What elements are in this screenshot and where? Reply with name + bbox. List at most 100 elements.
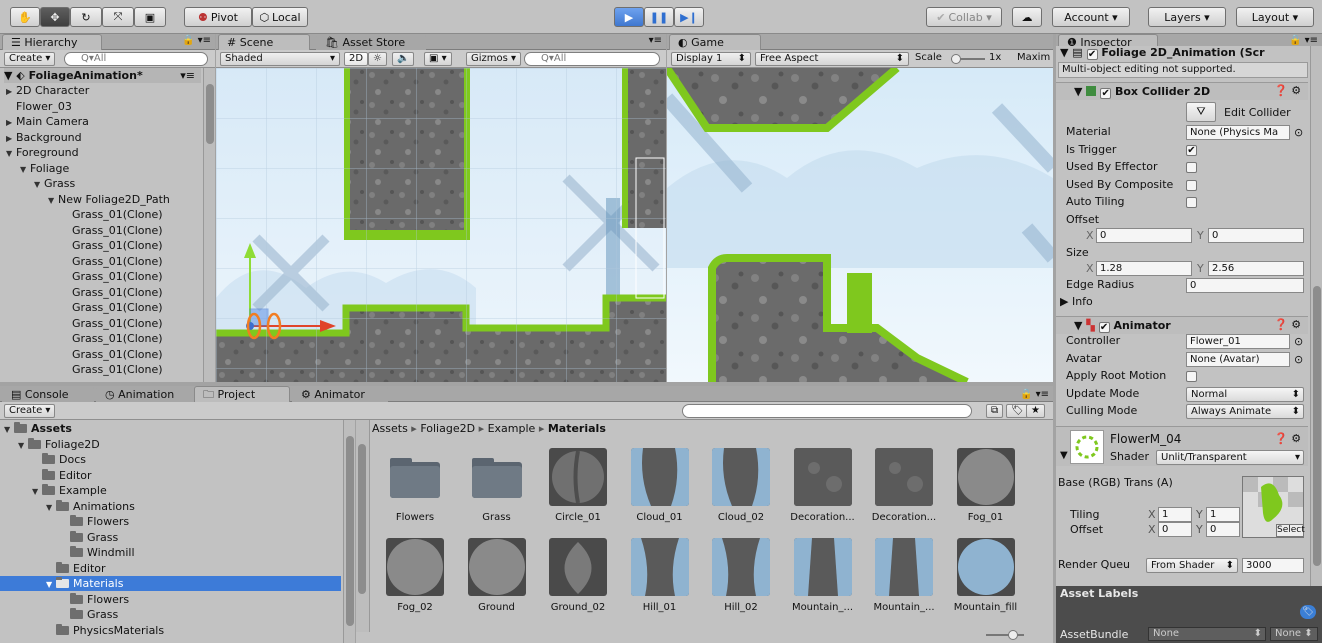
thumbnail-size-slider[interactable] (986, 630, 1024, 640)
slider-handle[interactable] (1008, 630, 1018, 640)
project-tree-item[interactable]: Flowers (0, 592, 341, 607)
hierarchy-item[interactable]: ▼ Foreground (6, 145, 79, 160)
asset-item[interactable]: Mountain_fill (951, 538, 1021, 613)
shading-dropdown[interactable]: Shaded ▾ (220, 52, 340, 66)
rotate-tool-button[interactable]: ↻ (70, 7, 102, 27)
hierarchy-item[interactable]: Grass_01(Clone) (62, 362, 163, 377)
hierarchy-item[interactable]: Grass_01(Clone) (62, 347, 163, 362)
asset-item[interactable]: Fog_02 (380, 538, 450, 613)
favorite-button[interactable]: ★ (1026, 404, 1045, 418)
render-queue-dropdown[interactable]: From Shader ⬍ (1146, 558, 1238, 573)
collider-checkbox[interactable]: ✔ (1186, 144, 1197, 156)
account-dropdown[interactable]: Account ▾ (1052, 7, 1130, 27)
edit-collider-button[interactable]: ⛛ (1186, 102, 1216, 122)
scrollbar-thumb[interactable] (346, 436, 354, 626)
hierarchy-item[interactable]: Grass_01(Clone) (62, 223, 163, 238)
collider-checkbox[interactable] (1186, 197, 1197, 208)
update-mode-dropdown[interactable]: Normal ⬍ (1186, 386, 1304, 402)
project-tree-item[interactable]: ▼ Materials (0, 576, 341, 591)
asset-item[interactable]: Circle_01 (543, 448, 613, 523)
move-tool-button[interactable]: ✥ (40, 7, 70, 27)
help-icon[interactable]: ❓ ⚙ (1274, 318, 1301, 331)
controller-field[interactable]: Flower_01 (1186, 334, 1290, 349)
2d-toggle[interactable]: 2D (344, 52, 369, 66)
foldout-arrow-icon[interactable]: ▼ (18, 438, 28, 453)
project-tree-item[interactable]: Editor (0, 468, 341, 483)
scrollbar-thumb[interactable] (358, 444, 366, 594)
collider-checkbox[interactable] (1186, 179, 1197, 191)
foldout-arrow-icon[interactable]: ▶ (6, 115, 16, 130)
project-tree-item[interactable]: PhysicsMaterials (0, 623, 341, 638)
gizmos-dropdown[interactable]: Gizmos ▾ (466, 52, 522, 66)
hierarchy-item[interactable]: Grass_01(Clone) (62, 238, 163, 253)
foldout-arrow-icon[interactable]: ▼ (4, 422, 14, 437)
tab-project[interactable]: 🗀 Project (194, 386, 290, 402)
hierarchy-item[interactable]: Grass_01(Clone) (62, 269, 163, 284)
tab-animation[interactable]: ◷ Animation (96, 386, 196, 402)
breadcrumb-item[interactable]: Foliage2D (420, 422, 475, 435)
size-y-field[interactable]: 2.56 (1208, 261, 1304, 276)
offset-y-field[interactable]: 0 (1208, 228, 1304, 243)
project-tree-item[interactable]: Grass (0, 530, 341, 545)
asset-item[interactable]: Fog_01 (951, 448, 1021, 523)
hierarchy-item[interactable]: ▶ Background (6, 130, 82, 145)
hierarchy-item[interactable]: Flower_03 (6, 99, 72, 114)
foldout-arrow-icon[interactable]: ▶ (6, 131, 16, 146)
panel-menu-icon[interactable]: 🔒 ▾≡ (1289, 35, 1318, 46)
asset-item[interactable]: Decoration... (869, 448, 939, 523)
foldout-arrow-icon[interactable]: ▼ (20, 162, 30, 177)
tab-game[interactable]: ◐ Game (669, 34, 761, 50)
hierarchy-item[interactable]: ▼ Grass (34, 176, 75, 191)
asset-item[interactable]: Mountain_... (869, 538, 939, 613)
scene-root[interactable]: ▼ ⬖ FoliageAnimation* ▾≡ (4, 68, 201, 83)
foldout-arrow-icon[interactable]: ▼ (6, 146, 16, 161)
texture-select-button[interactable]: Select (1276, 524, 1305, 537)
asset-item[interactable]: Hill_02 (706, 538, 776, 613)
shader-dropdown[interactable]: Unlit/Transparent ▾ (1156, 450, 1304, 465)
asset-item[interactable]: Cloud_02 (706, 448, 776, 523)
asset-item[interactable]: Flowers (380, 448, 450, 523)
tiling-x-field[interactable]: 1 (1158, 507, 1192, 522)
pivot-toggle[interactable]: ⚉ Pivot (184, 7, 252, 27)
tab-animator[interactable]: ⚙ Animator (292, 386, 388, 402)
size-x-field[interactable]: 1.28 (1096, 261, 1192, 276)
scene-menu-icon[interactable]: ▾≡ (180, 68, 195, 83)
hierarchy-item[interactable]: ▼ New Foliage2D_Path (48, 192, 170, 207)
scale-tool-button[interactable]: ⤧ (102, 7, 134, 27)
tab-console[interactable]: ▤ Console (2, 386, 94, 402)
panel-menu-icon[interactable]: ▾≡ (649, 35, 662, 46)
hierarchy-item[interactable]: Grass_01(Clone) (62, 300, 163, 315)
project-search-input[interactable] (682, 404, 972, 418)
material-foldout-arrow[interactable]: ▼ (1060, 450, 1068, 461)
lighting-toggle[interactable]: ☼ (368, 52, 387, 66)
asset-item[interactable]: Ground (462, 538, 532, 613)
project-tree-item[interactable]: Grass (0, 607, 341, 622)
hierarchy-item[interactable]: Grass_01(Clone) (62, 254, 163, 269)
foldout-arrow-icon[interactable]: ▼ (46, 500, 56, 515)
hierarchy-item[interactable]: Grass_01(Clone) (62, 331, 163, 346)
play-button[interactable]: ▶ (614, 7, 644, 27)
help-icon[interactable]: ❓ ⚙ (1274, 84, 1301, 97)
local-toggle[interactable]: ⬡ Local (252, 7, 308, 27)
hierarchy-item[interactable]: Grass_01(Clone) (62, 316, 163, 331)
project-tree-item[interactable]: ▼ Animations (0, 499, 341, 514)
tag-icon[interactable]: 🏷 (1300, 605, 1316, 619)
scene-view[interactable] (216, 68, 666, 382)
tab-asset-store[interactable]: 🛍 Asset Store (316, 34, 426, 50)
scrollbar-thumb[interactable] (1313, 286, 1321, 566)
hierarchy-item[interactable]: Grass_01(Clone) (62, 285, 163, 300)
maximize-toggle[interactable]: Maxim (1017, 52, 1050, 63)
panel-menu-icon[interactable]: 🔒 ▾≡ (1020, 389, 1049, 400)
asset-item[interactable]: Decoration... (788, 448, 858, 523)
filter-type-button[interactable]: ⧉ (986, 404, 1004, 418)
project-tree-item[interactable]: Editor (0, 561, 341, 576)
tab-hierarchy[interactable]: ☰ Hierarchy (2, 34, 102, 50)
breadcrumb-item[interactable]: Example (488, 422, 536, 435)
project-create-button[interactable]: Create ▾ (4, 404, 56, 418)
script-enabled-checkbox[interactable]: ✔ (1086, 49, 1098, 60)
scrollbar-thumb[interactable] (206, 84, 214, 144)
layers-dropdown[interactable]: Layers ▾ (1148, 7, 1226, 27)
display-dropdown[interactable]: Display 1 ⬍ (671, 52, 751, 66)
audio-toggle[interactable]: 🔈 (392, 52, 415, 66)
project-tree-item[interactable]: ▼ Example (0, 483, 341, 498)
